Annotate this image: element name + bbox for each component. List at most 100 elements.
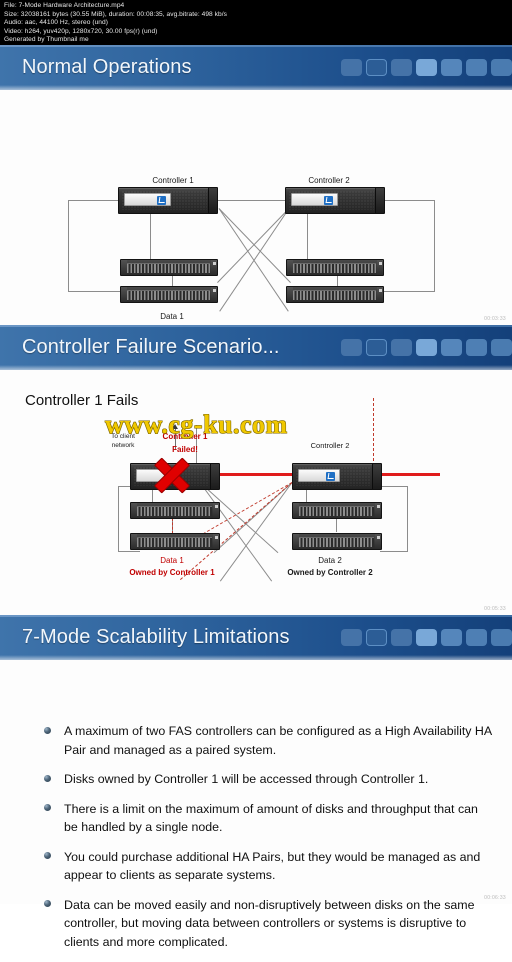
- chassis-bezel: [291, 193, 339, 206]
- media-info-header: File: 7-Mode Hardware Architecture.mp4 S…: [0, 0, 512, 45]
- bullet-dot-icon: [44, 726, 51, 734]
- netapp-logo-icon: [326, 471, 336, 481]
- slide3-title-bar: 7-Mode Scalability Limitations: [0, 615, 512, 660]
- cable: [68, 200, 118, 201]
- list-item-text: There is a limit on the maximum of amoun…: [64, 801, 478, 835]
- cable: [68, 291, 120, 292]
- cable: [383, 291, 435, 292]
- list-item: Disks owned by Controller 1 will be acce…: [42, 770, 494, 789]
- controller1-label: Controller 1: [152, 176, 194, 185]
- ha-pair-failover-diagram: Controller 1 Fails To client network Con…: [0, 370, 512, 615]
- disk-shelf: [292, 502, 382, 519]
- chiclet: [366, 59, 387, 76]
- shelf-cap: [377, 287, 383, 302]
- cable: [68, 200, 69, 292]
- chassis-bezel: [124, 193, 172, 206]
- chiclet: [391, 629, 412, 646]
- shelf-drives: [137, 505, 212, 516]
- list-item: A maximum of two FAS controllers can be …: [42, 722, 494, 759]
- list-item-text: Data can be moved easily and non-disrupt…: [64, 897, 475, 949]
- disk-shelf: [130, 502, 220, 519]
- chiclet: [341, 339, 362, 356]
- shelf-drives: [127, 289, 210, 300]
- controller2-chassis: [285, 187, 385, 214]
- list-item-text: Disks owned by Controller 1 will be acce…: [64, 772, 429, 786]
- chassis-bezel: [298, 469, 341, 482]
- cable: [434, 200, 435, 292]
- shelf-cap: [377, 260, 383, 275]
- list-item-text: You could purchase additional HA Pairs, …: [64, 849, 481, 883]
- chiclet: [491, 59, 512, 76]
- slide-scalability-limitations: 7-Mode Scalability Limitations A maximum…: [0, 615, 512, 949]
- cable: [118, 486, 119, 552]
- shelf-drives: [293, 289, 376, 300]
- list-item: You could purchase additional HA Pairs, …: [42, 848, 494, 885]
- cable: [307, 207, 308, 259]
- cable: [385, 200, 435, 201]
- disk-shelf: [120, 259, 218, 276]
- slide2-body: Controller 1 Fails To client network Con…: [0, 370, 512, 615]
- data2-label: Data 2: [318, 556, 342, 565]
- slide3-body: A maximum of two FAS controllers can be …: [0, 660, 512, 949]
- shelf-drives: [127, 262, 210, 273]
- media-info-video: Video: h264, yuv420p, 1280x720, 30.00 fp…: [4, 27, 158, 35]
- slide3-title: 7-Mode Scalability Limitations: [22, 625, 290, 648]
- cable: [118, 551, 140, 552]
- shelf-drives: [293, 262, 376, 273]
- cable-interconnect: [218, 200, 290, 201]
- list-item-text: A maximum of two FAS controllers can be …: [64, 724, 492, 757]
- cable-cross: [219, 482, 293, 582]
- bullet-dot-icon: [44, 852, 51, 859]
- slide2-title: Controller Failure Scenario...: [22, 335, 280, 358]
- controller2-chassis: [292, 463, 382, 490]
- data1-label: Data 1: [160, 312, 184, 321]
- cable: [407, 486, 408, 552]
- shelf-drives: [299, 536, 374, 547]
- slide1-title: Normal Operations: [22, 55, 192, 78]
- slide3-decoration-chiclets: [341, 629, 512, 646]
- shelf-cap: [211, 287, 217, 302]
- disk-shelf: [120, 286, 218, 303]
- controller2-label: Controller 2: [310, 441, 350, 450]
- shelf-cap: [213, 503, 219, 518]
- chiclet: [491, 629, 512, 646]
- chiclet: [466, 629, 487, 646]
- chiclet: [466, 59, 487, 76]
- slide2-timestamp: 00:05:33: [484, 606, 506, 612]
- netapp-logo-icon: [157, 195, 167, 205]
- controller2-label: Controller 2: [308, 176, 350, 185]
- netapp-logo-icon: [324, 195, 334, 205]
- slide2-decoration-chiclets: [341, 339, 512, 356]
- slide1-decoration-chiclets: [341, 59, 512, 76]
- chassis-endcap: [208, 188, 217, 213]
- media-info-audio: Audio: aac, 44100 Hz, stereo (und): [4, 19, 108, 27]
- disk-shelf: [292, 533, 382, 550]
- chiclet: [341, 59, 362, 76]
- chiclet: [366, 339, 387, 356]
- chiclet: [341, 629, 362, 646]
- shelf-cap: [375, 503, 381, 518]
- slide2-title-bar: Controller Failure Scenario...: [0, 325, 512, 370]
- slide-controller-failure: Controller Failure Scenario... Controlle…: [0, 325, 512, 615]
- takeover-client-path: [373, 398, 374, 466]
- chiclet: [391, 59, 412, 76]
- chiclet: [391, 339, 412, 356]
- shelf-cap: [211, 260, 217, 275]
- disk-shelf: [130, 533, 220, 550]
- shelf-drives: [299, 505, 374, 516]
- slide2-heading: Controller 1 Fails: [25, 392, 139, 409]
- slide-normal-operations: Normal Operations Controller 1 Controlle…: [0, 45, 512, 334]
- slide3-timestamp: 00:06:33: [484, 895, 506, 901]
- ha-pair-normal-diagram: Controller 1 Controller 2 Data 1 00:03:3…: [0, 90, 512, 334]
- chassis-endcap: [210, 464, 219, 489]
- chiclet: [366, 629, 387, 646]
- cable: [380, 486, 408, 487]
- takeover-path: [172, 518, 173, 534]
- slide1-timestamp: 00:03:33: [484, 316, 506, 322]
- controller1-chassis: [118, 187, 218, 214]
- slide1-title-bar: Normal Operations: [0, 45, 512, 90]
- data1-owner-label: Owned by Controller 1: [129, 568, 215, 577]
- client-network-label-line1: To client: [111, 433, 135, 440]
- bullet-dot-icon: [44, 804, 51, 811]
- controller1-failed-label-line2: Failed!: [172, 445, 198, 454]
